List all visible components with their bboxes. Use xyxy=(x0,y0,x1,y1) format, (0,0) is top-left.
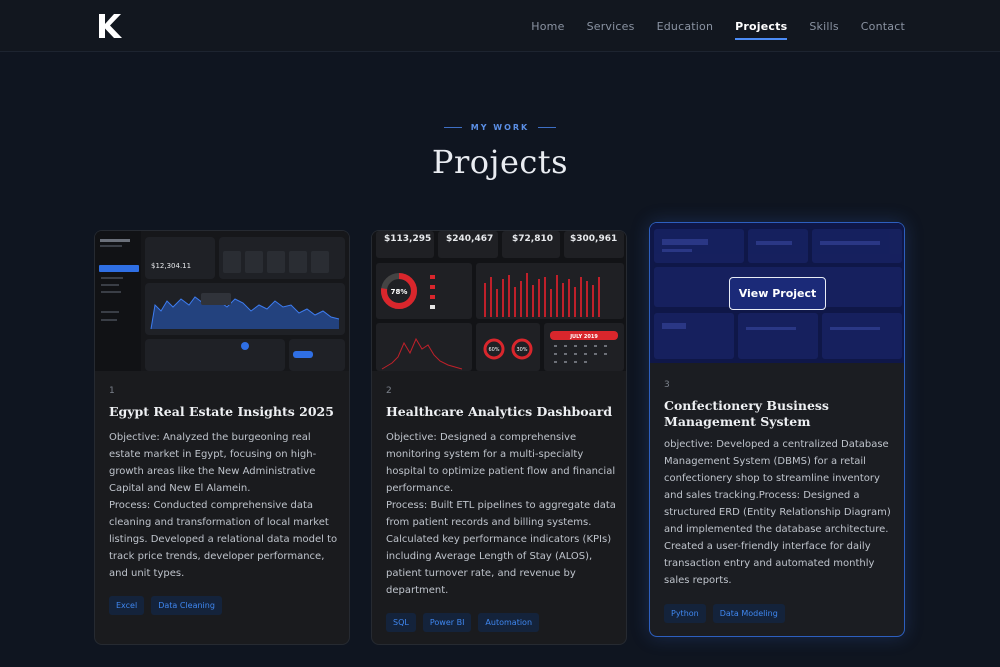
project-title[interactable]: Egypt Real Estate Insights 2025 xyxy=(109,404,337,420)
nav-skills[interactable]: Skills xyxy=(809,20,838,33)
tag-power-bi: Power BI xyxy=(422,613,472,632)
section-eyebrow: MY WORK xyxy=(0,123,1000,132)
eyebrow-line-left xyxy=(443,127,462,128)
thumb-month-label: JULY 2019 xyxy=(569,334,598,340)
project-title[interactable]: Healthcare Analytics Dashboard xyxy=(386,404,614,420)
view-project-button[interactable]: View Project xyxy=(729,277,826,310)
tag-excel: Excel xyxy=(109,596,145,615)
project-number: 3 xyxy=(664,380,670,390)
nav-education[interactable]: Education xyxy=(657,20,714,33)
thumb-kpi-3: $72,810 xyxy=(512,234,553,244)
thumb-gauge-2: 30% xyxy=(516,347,527,353)
tag-list: SQL Power BI Automation xyxy=(386,613,540,632)
thumb-donut-label: 78% xyxy=(391,288,408,296)
project-description: Objective: Designed a comprehensive moni… xyxy=(386,432,616,596)
tag-data-modeling: Data Modeling xyxy=(712,604,785,623)
thumb-kpi-4: $300,961 xyxy=(570,234,617,244)
nav-services[interactable]: Services xyxy=(587,20,635,33)
thumb-kpi-2: $240,467 xyxy=(446,234,493,244)
tag-list: Python Data Modeling xyxy=(664,604,785,623)
thumb-kpi-1: $113,295 xyxy=(384,234,431,244)
eyebrow-line-right xyxy=(538,127,557,128)
project-title[interactable]: Confectionery Business Management System xyxy=(664,398,892,430)
thumb-gauge-1: 60% xyxy=(488,347,499,353)
section-title: Projects xyxy=(431,143,569,181)
project-card-3[interactable]: View Project 3 Confectionery Business Ma… xyxy=(649,222,905,637)
project-number: 1 xyxy=(109,386,115,396)
tag-data-cleaning: Data Cleaning xyxy=(151,596,222,615)
eyebrow-text: MY WORK xyxy=(470,123,530,132)
nav-links: Home Services Education Projects Skills … xyxy=(509,0,905,52)
project-description: Objective: Analyzed the burgeoning real … xyxy=(109,432,338,579)
project-card-2[interactable]: $113,295 $240,467 $72,810 $300,961 78% 6… xyxy=(371,230,627,645)
thumb-kpi-value: $12,304.11 xyxy=(151,262,191,270)
tag-automation: Automation xyxy=(478,613,540,632)
tag-sql: SQL xyxy=(386,613,416,632)
nav-contact[interactable]: Contact xyxy=(861,20,905,33)
project-description: objective: Developed a centralized Datab… xyxy=(664,439,891,586)
nav-home[interactable]: Home xyxy=(531,20,564,33)
project-thumbnail-3[interactable]: View Project xyxy=(650,223,904,363)
tag-python: Python xyxy=(664,604,706,623)
nav-projects[interactable]: Projects xyxy=(735,20,788,40)
project-thumbnail-1[interactable]: $12,304.11 xyxy=(95,231,349,371)
logo-icon[interactable] xyxy=(95,11,125,41)
tag-list: Excel Data Cleaning xyxy=(109,596,222,615)
project-card-1[interactable]: $12,304.11 1 Egypt Real Estate Insights … xyxy=(94,230,350,645)
top-navbar: Home Services Education Projects Skills … xyxy=(0,0,1000,52)
project-thumbnail-2[interactable]: $113,295 $240,467 $72,810 $300,961 78% 6… xyxy=(372,231,626,371)
project-number: 2 xyxy=(386,386,392,396)
